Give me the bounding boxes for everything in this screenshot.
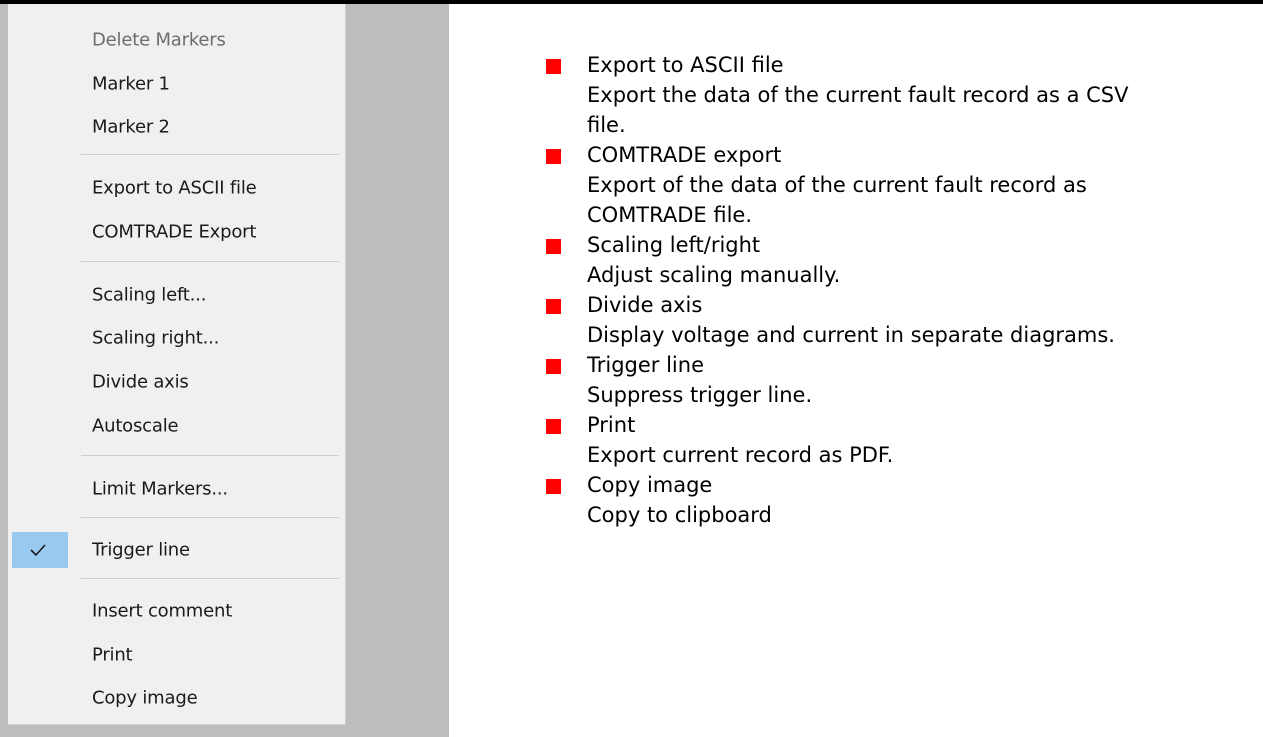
help-item-comtrade-export: COMTRADE export Export of the data of th…	[546, 140, 1246, 230]
menu-item-label: Print	[92, 644, 133, 666]
menu-item-divide-axis[interactable]: Divide axis	[8, 362, 345, 402]
menu-item-limit-markers[interactable]: Limit Markers...	[8, 469, 345, 509]
menu-item-label: Scaling right...	[92, 327, 220, 349]
help-item-title: Copy image	[587, 473, 713, 497]
bullet-icon	[546, 59, 561, 74]
help-item-desc: Copy to clipboard	[587, 503, 772, 527]
help-item-scaling: Scaling left/right Adjust scaling manual…	[546, 230, 1246, 290]
help-item-title: Trigger line	[587, 353, 704, 377]
bullet-icon	[546, 419, 561, 434]
menu-separator	[81, 261, 339, 262]
menu-item-delete-markers: Delete Markers	[8, 20, 345, 60]
help-item-desc: Export the data of the current fault rec…	[587, 83, 1129, 107]
menu-separator	[81, 455, 339, 456]
help-item-title: COMTRADE export	[587, 143, 782, 167]
bullet-icon	[546, 149, 561, 164]
menu-separator	[81, 517, 339, 518]
menu-item-label: Copy image	[92, 687, 198, 709]
bullet-icon	[546, 479, 561, 494]
menu-item-comtrade-export[interactable]: COMTRADE Export	[8, 212, 345, 252]
help-item-divide-axis: Divide axis Display voltage and current …	[546, 290, 1246, 350]
help-item-desc: Adjust scaling manually.	[587, 263, 841, 287]
menu-item-label: Marker 1	[92, 73, 170, 95]
help-item-desc: Export of the data of the current fault …	[587, 173, 1087, 197]
menu-item-label: Delete Markers	[92, 29, 226, 51]
menu-item-label: Insert comment	[92, 600, 233, 622]
menu-item-label: Export to ASCII file	[92, 177, 257, 199]
help-item-desc: file.	[587, 113, 626, 137]
menu-item-label: Marker 2	[92, 116, 170, 138]
help-item-desc: COMTRADE file.	[587, 203, 753, 227]
help-list: Export to ASCII file Export the data of …	[546, 50, 1246, 530]
help-item-desc: Export current record as PDF.	[587, 443, 894, 467]
menu-item-copy-image[interactable]: Copy image	[8, 678, 345, 718]
menu-item-marker-1[interactable]: Marker 1	[8, 64, 345, 104]
menu-item-scaling-left[interactable]: Scaling left...	[8, 275, 345, 315]
menu-item-autoscale[interactable]: Autoscale	[8, 406, 345, 446]
checkmark-icon	[30, 544, 46, 557]
checkmark-highlight	[12, 532, 68, 568]
menu-item-label: Divide axis	[92, 371, 189, 393]
bullet-icon	[546, 359, 561, 374]
menu-item-export-ascii[interactable]: Export to ASCII file	[8, 168, 345, 208]
menu-item-label: Trigger line	[92, 539, 190, 561]
help-item-title: Scaling left/right	[587, 233, 761, 257]
help-item-desc: Display voltage and current in separate …	[587, 323, 1115, 347]
menu-item-insert-comment[interactable]: Insert comment	[8, 591, 345, 631]
menu-item-label: Scaling left...	[92, 284, 207, 306]
documentation-page: Delete Markers Marker 1 Marker 2 Export …	[0, 0, 1263, 737]
help-item-trigger-line: Trigger line Suppress trigger line.	[546, 350, 1246, 410]
help-item-print: Print Export current record as PDF.	[546, 410, 1246, 470]
context-menu: Delete Markers Marker 1 Marker 2 Export …	[8, 4, 346, 725]
help-item-export-ascii: Export to ASCII file Export the data of …	[546, 50, 1246, 140]
menu-item-label: Autoscale	[92, 415, 179, 437]
menu-item-print[interactable]: Print	[8, 635, 345, 675]
help-item-desc: Suppress trigger line.	[587, 383, 813, 407]
menu-item-scaling-right[interactable]: Scaling right...	[8, 318, 345, 358]
help-item-title: Export to ASCII file	[587, 53, 784, 77]
menu-separator	[81, 578, 339, 579]
menu-separator	[81, 154, 339, 155]
bullet-icon	[546, 239, 561, 254]
help-item-title: Print	[587, 413, 636, 437]
help-item-copy-image: Copy image Copy to clipboard	[546, 470, 1246, 530]
menu-item-label: COMTRADE Export	[92, 221, 257, 243]
bullet-icon	[546, 299, 561, 314]
menu-item-trigger-line[interactable]: Trigger line	[8, 530, 345, 570]
menu-item-marker-2[interactable]: Marker 2	[8, 107, 345, 147]
menu-item-label: Limit Markers...	[92, 478, 228, 500]
help-item-title: Divide axis	[587, 293, 703, 317]
